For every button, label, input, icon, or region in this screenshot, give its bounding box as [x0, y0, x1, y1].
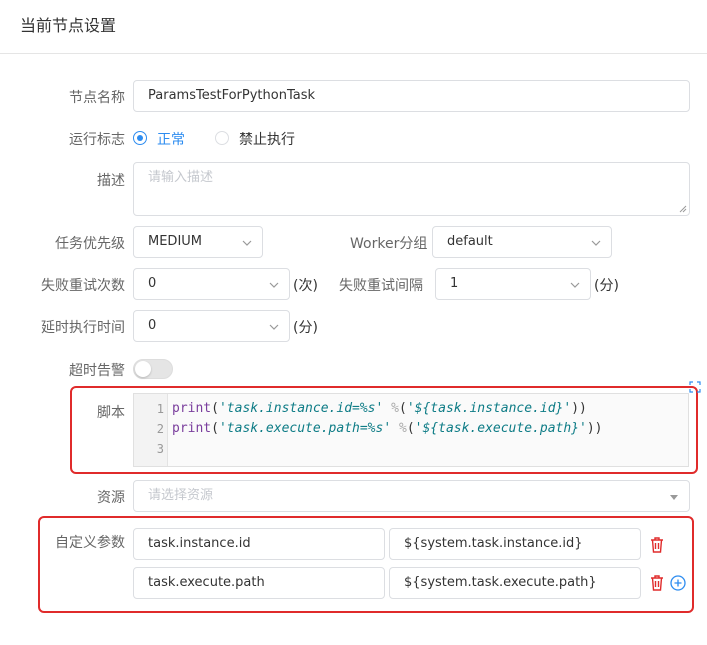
code-token: % — [383, 401, 399, 416]
delay-time-select[interactable]: 0 — [133, 310, 290, 342]
code-token: 'task.instance.id=%s' — [218, 401, 384, 416]
worker-group-select[interactable]: default — [432, 226, 612, 258]
node-name-label: 节点名称 — [69, 90, 125, 106]
description-textarea[interactable]: 请输入描述 — [133, 162, 690, 216]
panel-title: 当前节点设置 — [20, 16, 117, 35]
code-token: '${task.instance.id}' — [406, 401, 572, 416]
retry-times-value: 0 — [148, 276, 157, 291]
code-token: 'task.execute.path=%s' — [218, 421, 392, 436]
resource-select[interactable]: 请选择资源 — [133, 480, 690, 512]
delete-icon[interactable] — [650, 575, 664, 591]
code-token: ( — [406, 421, 415, 436]
resize-handle-icon[interactable] — [679, 205, 687, 213]
priority-select[interactable]: MEDIUM — [133, 226, 263, 258]
code-line: print('task.execute.path=%s' %('${task.e… — [172, 421, 602, 436]
code-token: print — [172, 421, 212, 436]
priority-label: 任务优先级 — [55, 236, 125, 252]
run-flag-label: 运行标志 — [69, 132, 125, 148]
chevron-down-icon — [570, 282, 580, 288]
run-flag-disabled-label[interactable]: 禁止执行 — [239, 129, 295, 149]
retry-interval-select[interactable]: 1 — [435, 268, 591, 300]
node-name-input[interactable]: ParamsTestForPythonTask — [133, 80, 690, 112]
script-editor[interactable]: 1 2 3 print('task.instance.id=%s' %('${t… — [133, 393, 689, 467]
code-token: )) — [586, 421, 603, 436]
delay-time-label: 延时执行时间 — [41, 320, 125, 336]
code-token: % — [391, 421, 407, 436]
priority-value: MEDIUM — [148, 234, 203, 249]
worker-group-label: Worker分组 — [350, 236, 428, 252]
description-label: 描述 — [97, 173, 125, 189]
toggle-knob — [135, 361, 151, 377]
param-key-input[interactable]: task.instance.id — [133, 528, 385, 560]
run-flag-normal-label[interactable]: 正常 — [157, 129, 185, 149]
resource-label: 资源 — [97, 490, 125, 506]
line-number: 2 — [156, 422, 164, 436]
code-token: ( — [211, 421, 219, 436]
timeout-alarm-label: 超时告警 — [69, 363, 125, 379]
retry-times-unit: (次) — [293, 278, 318, 294]
code-token: ( — [399, 401, 407, 416]
line-number: 1 — [156, 402, 164, 416]
retry-interval-label: 失败重试间隔 — [339, 278, 423, 294]
line-number: 3 — [156, 442, 164, 456]
delete-icon[interactable] — [650, 537, 664, 553]
retry-times-select[interactable]: 0 — [133, 268, 290, 300]
chevron-down-icon — [591, 240, 601, 246]
chevron-down-icon — [269, 324, 279, 330]
run-flag-normal-radio[interactable] — [133, 131, 147, 145]
description-placeholder: 请输入描述 — [148, 170, 214, 185]
resource-placeholder: 请选择资源 — [148, 488, 214, 503]
delay-time-unit: (分) — [293, 320, 318, 336]
code-line: print('task.instance.id=%s' %('${task.in… — [172, 401, 587, 416]
worker-group-value: default — [447, 234, 493, 249]
script-label: 脚本 — [97, 405, 125, 421]
timeout-alarm-toggle[interactable] — [133, 359, 173, 379]
code-token: '${task.execute.path}' — [414, 421, 587, 436]
retry-interval-unit: (分) — [594, 278, 619, 294]
caret-down-icon — [670, 495, 678, 500]
code-token: print — [172, 401, 212, 416]
run-flag-disabled-radio[interactable] — [215, 131, 229, 145]
custom-params-label: 自定义参数 — [55, 535, 125, 551]
chevron-down-icon — [269, 282, 279, 288]
param-key-input[interactable]: task.execute.path — [133, 567, 385, 599]
code-token: ( — [211, 401, 219, 416]
delay-time-value: 0 — [148, 318, 157, 333]
param-value-input[interactable]: ${system.task.execute.path} — [389, 567, 641, 599]
param-value-input[interactable]: ${system.task.instance.id} — [389, 528, 641, 560]
code-token: )) — [571, 401, 587, 416]
chevron-down-icon — [242, 240, 252, 246]
add-param-icon[interactable] — [670, 575, 686, 591]
retry-interval-value: 1 — [450, 276, 459, 291]
retry-times-label: 失败重试次数 — [41, 278, 125, 294]
fullscreen-icon[interactable] — [689, 381, 701, 393]
panel-header: 当前节点设置 — [0, 0, 707, 54]
